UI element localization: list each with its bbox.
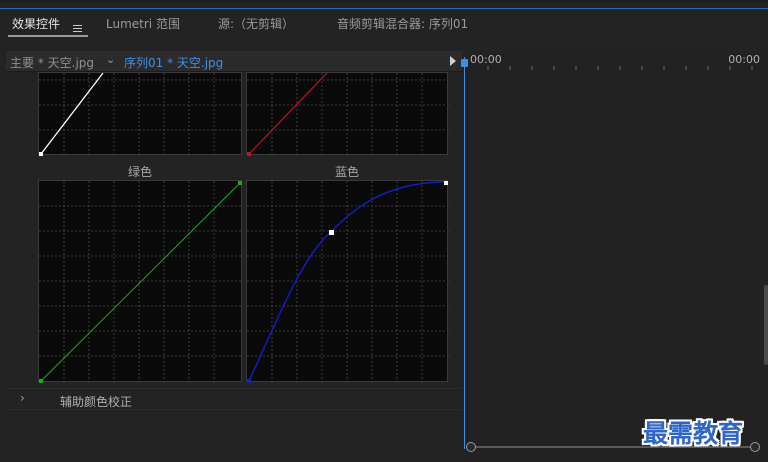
white-curve-point (39, 152, 43, 156)
divider (6, 388, 462, 389)
blue-curve-control-point (329, 230, 334, 235)
tab-audio-clip-mixer[interactable]: 音频剪辑混合器: 序列01 (337, 15, 468, 32)
blue-curve-start-point (247, 379, 251, 383)
blue-curve-label: 蓝色 (334, 165, 359, 179)
tab-lumetri-scopes[interactable]: Lumetri 范围 (106, 15, 180, 32)
watermark-logo: 最需教育 (643, 419, 744, 448)
chevron-down-icon[interactable]: ⌄ (106, 53, 115, 66)
blue-curve-svg (247, 181, 449, 383)
blue-curve-graph[interactable] (246, 180, 449, 383)
red-curve-svg (247, 73, 449, 156)
vertical-scrollbar[interactable] (764, 285, 768, 365)
active-tab-indicator (8, 35, 88, 37)
white-curve-line (40, 73, 104, 155)
master-clip-tab[interactable]: 主要 * 天空.jpg (10, 54, 94, 71)
scrollbar-left-handle[interactable] (466, 442, 476, 452)
panel-menu-icon[interactable] (73, 25, 82, 32)
master-curve-graph[interactable] (38, 72, 243, 156)
top-border (0, 0, 768, 9)
red-curve-point (247, 152, 251, 156)
green-curve-graph[interactable] (38, 180, 243, 383)
chevron-right-icon[interactable]: › (20, 391, 25, 405)
ruler-ticks (487, 66, 753, 70)
green-curve-start-point (39, 379, 43, 383)
clip-selector-bar: 主要 * 天空.jpg ⌄ 序列01 * 天空.jpg (6, 51, 462, 72)
red-curve-line (248, 73, 328, 155)
green-curve-svg (39, 181, 243, 383)
tab-source[interactable]: 源:（无剪辑） (218, 15, 294, 32)
playhead-handle[interactable] (461, 59, 468, 67)
tab-effect-controls[interactable]: 效果控件 (12, 15, 60, 32)
master-curve-svg (39, 73, 243, 156)
blue-curve-end-point (444, 181, 448, 185)
playhead[interactable] (461, 57, 468, 449)
green-curve-label: 绿色 (127, 165, 152, 179)
secondary-color-correction-label: 辅助颜色校正 (60, 395, 133, 409)
panel-tab-bar: 效果控件 Lumetri 范围 源:（无剪辑） 音频剪辑混合器: 序列01 (0, 9, 768, 37)
sequence-clip-tab[interactable]: 序列01 * 天空.jpg (124, 54, 223, 71)
red-curve-graph[interactable] (246, 72, 449, 156)
time-ruler[interactable]: 00:00 00:00 (464, 51, 768, 73)
secondary-color-correction-row[interactable]: › 辅助颜色校正 (6, 390, 462, 410)
timeline-panel: 00:00 00:00 (461, 51, 768, 462)
scrollbar-right-handle[interactable] (750, 442, 760, 452)
green-curve-line (40, 182, 241, 382)
effect-controls-panel: 绿色 蓝色 › 辅助颜色校正 (0, 72, 464, 462)
play-triangle-icon[interactable] (450, 56, 456, 66)
green-curve-end-point (238, 181, 242, 185)
